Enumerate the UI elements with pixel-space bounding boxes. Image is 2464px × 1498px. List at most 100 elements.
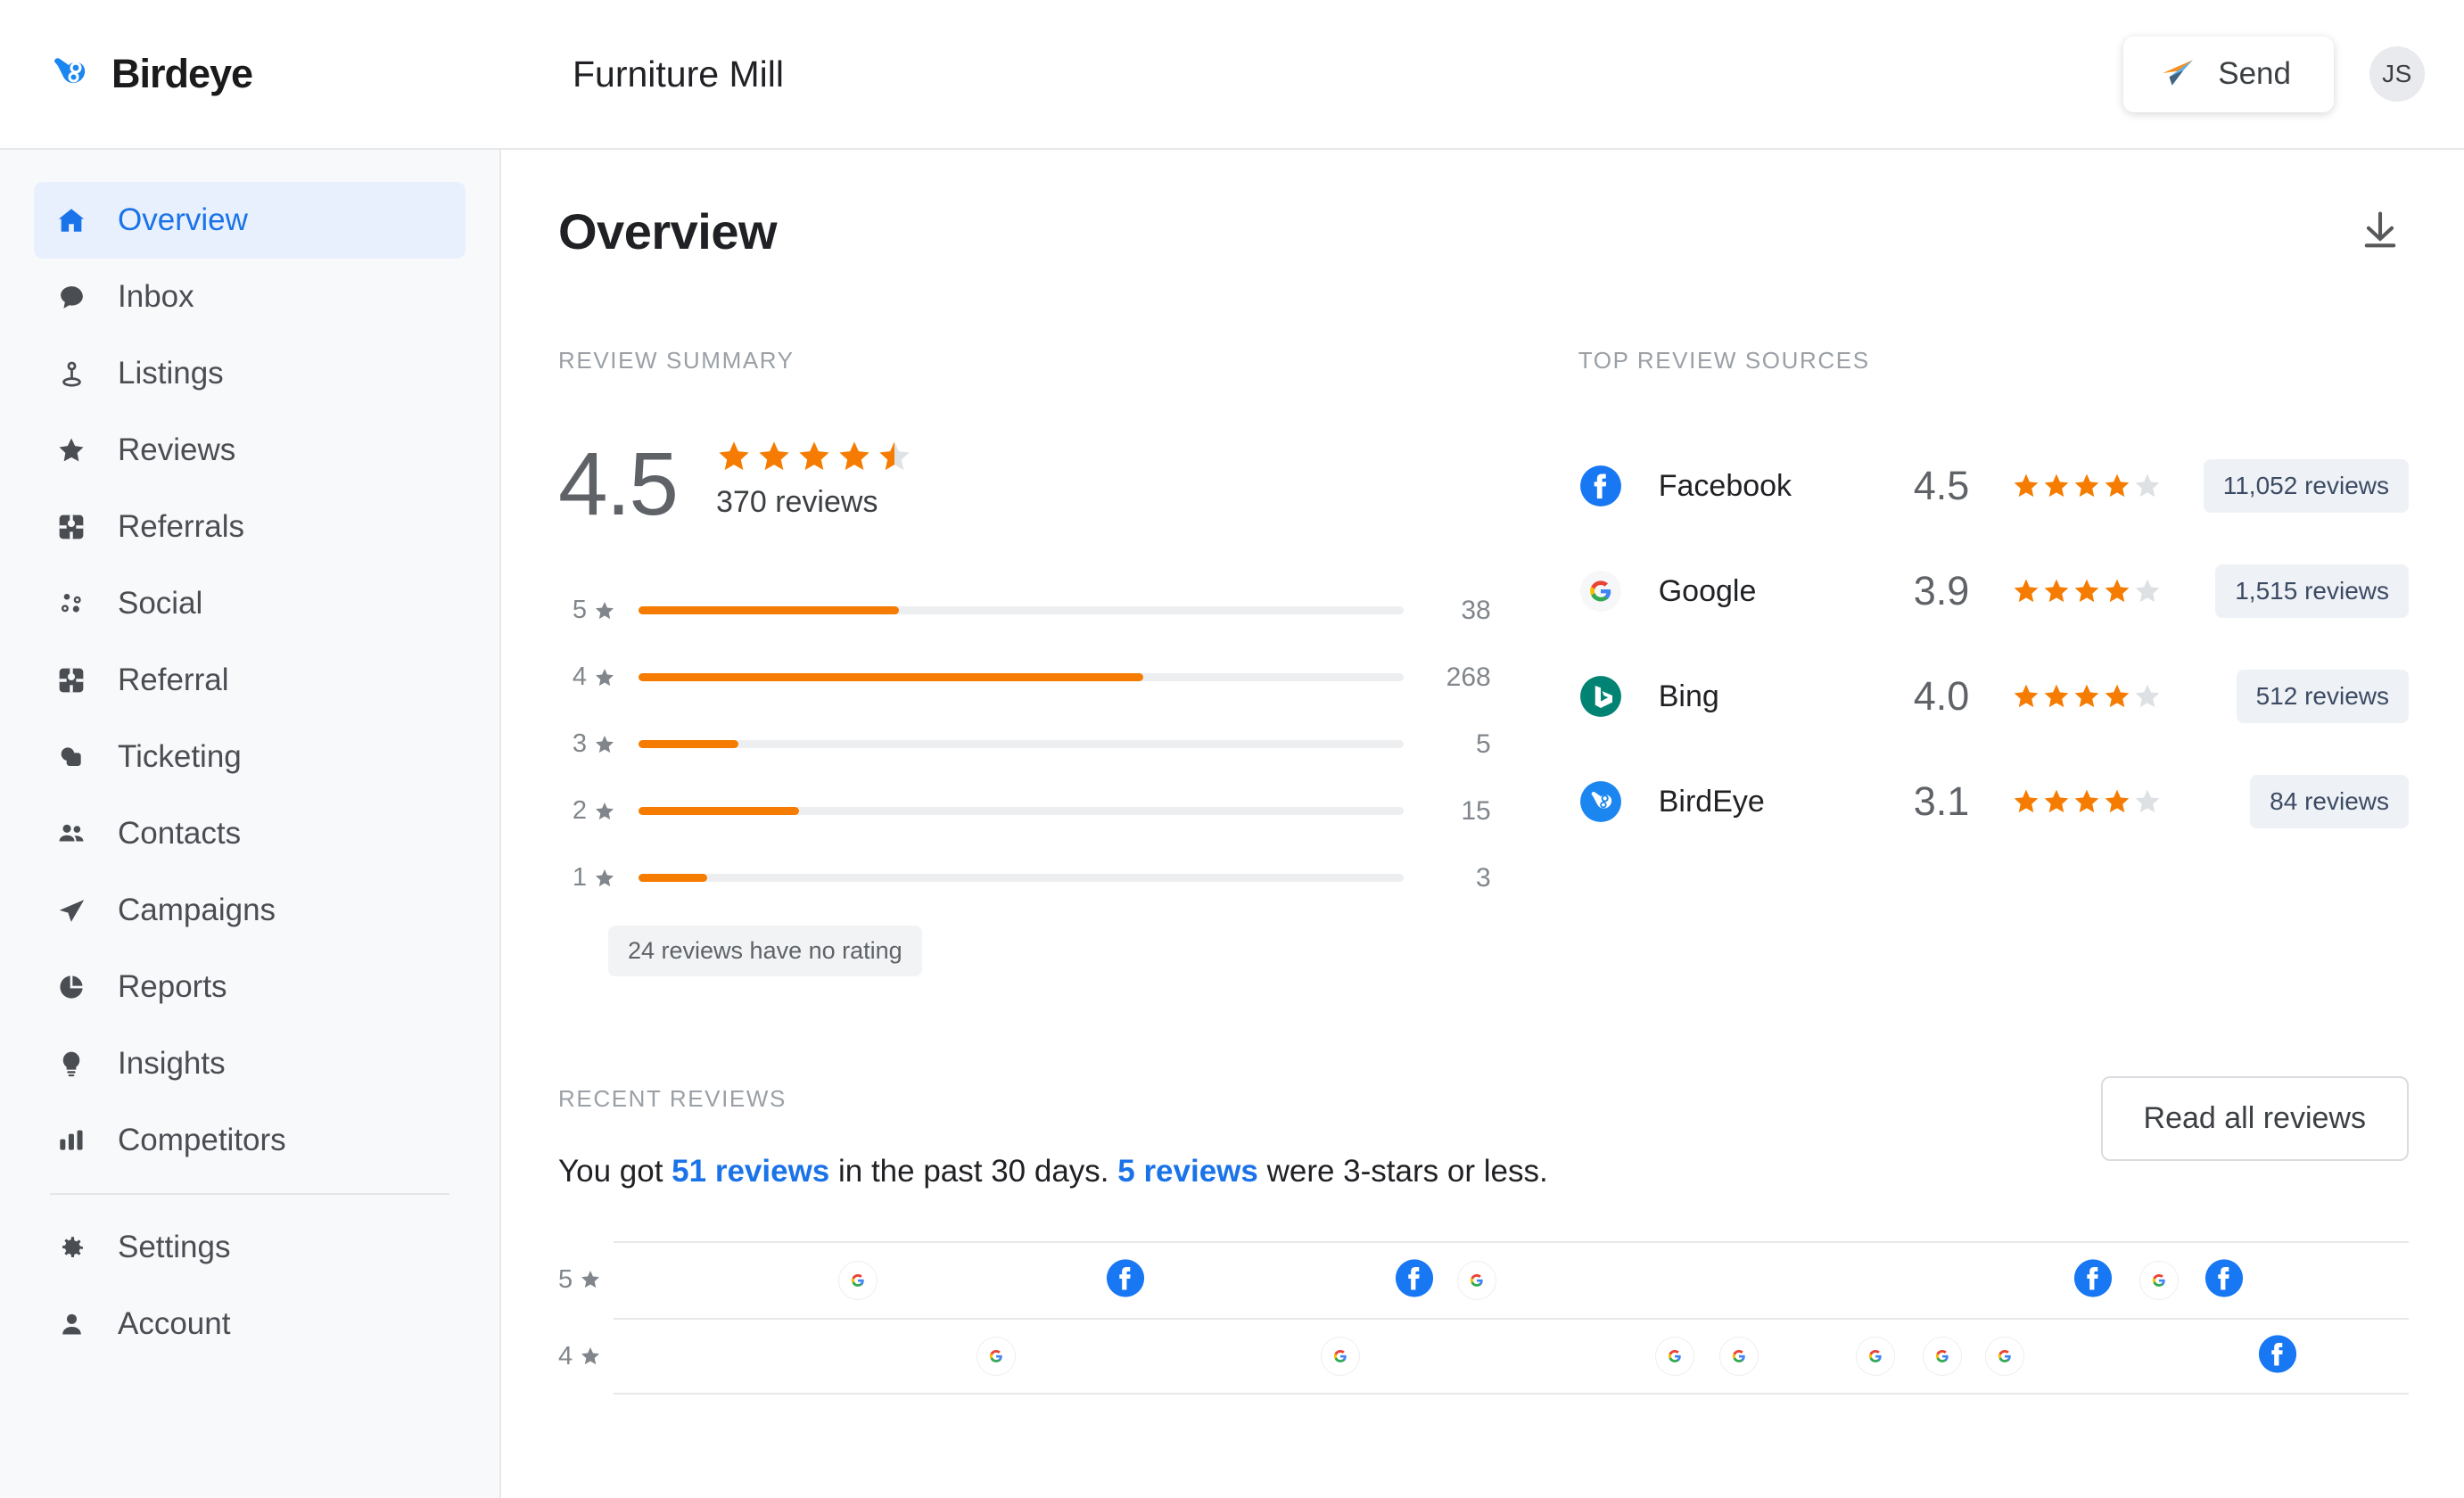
sidebar-item-label: Campaigns (118, 893, 276, 927)
google-icon[interactable] (837, 1261, 878, 1300)
google-icon[interactable] (1321, 1337, 1361, 1376)
sidebar-item-social[interactable]: Social (34, 565, 466, 642)
review-source-rating: 4.0 (1913, 673, 1970, 719)
rating-bar-label: 2 (558, 796, 615, 826)
rating-bar-label: 3 (558, 729, 615, 759)
download-button[interactable] (2352, 202, 2409, 261)
review-source-rating: 3.9 (1913, 568, 1970, 613)
timeline-row-stars: 4 (558, 1341, 573, 1370)
sidebar-item-settings[interactable]: Settings (34, 1209, 466, 1286)
page-title: Overview (558, 203, 778, 259)
rating-bar-row: 3 5 (558, 711, 1491, 778)
sidebar-item-label: Referrals (118, 509, 244, 544)
facebook-icon[interactable] (2257, 1334, 2298, 1379)
lightbulb-icon (53, 1049, 90, 1078)
timeline-row-label: 4 (558, 1342, 614, 1371)
facebook-icon[interactable] (2073, 1258, 2114, 1304)
sidebar-item-reviews[interactable]: Reviews (34, 412, 466, 489)
google-icon[interactable] (1985, 1337, 2025, 1376)
read-all-reviews-button[interactable]: Read all reviews (2100, 1076, 2409, 1161)
review-source-row[interactable]: BirdEye 3.1 84 reviews (1578, 749, 2409, 854)
rating-bar-track (639, 874, 1404, 882)
rating-bar-fill (639, 673, 1144, 681)
sidebar-item-inbox[interactable]: Inbox (34, 259, 466, 335)
facebook-icon[interactable] (1394, 1258, 1435, 1304)
star-icon (596, 868, 614, 886)
review-source-count: 1,515 reviews (2215, 564, 2409, 618)
sidebar-item-account[interactable]: Account (34, 1286, 466, 1362)
sidebar-item-insights[interactable]: Insights (34, 1025, 466, 1102)
timeline-row-label: 5 (558, 1265, 614, 1295)
account-title: Furniture Mill (573, 53, 784, 95)
sidebar-item-referrals[interactable]: Referrals (34, 489, 466, 565)
review-source-count-cell: 11,052 reviews (2203, 459, 2409, 513)
pie-chart-icon (53, 973, 90, 1001)
reviews-timeline: 5 4 (558, 1241, 2409, 1395)
sidebar-item-contacts[interactable]: Contacts (34, 795, 466, 872)
facebook-icon[interactable] (1105, 1258, 1146, 1304)
review-source-rating: 3.1 (1913, 778, 1970, 824)
review-source-row[interactable]: Facebook 4.5 11,052 reviews (1578, 433, 2409, 539)
google-icon[interactable] (1856, 1337, 1896, 1376)
paper-plane-icon (53, 896, 90, 926)
review-source-count: 11,052 reviews (2203, 459, 2409, 513)
top-bar-actions: Send JS (2123, 36, 2464, 112)
avatar[interactable]: JS (2369, 46, 2425, 102)
sidebar-item-competitors[interactable]: Competitors (34, 1102, 466, 1179)
send-button[interactable]: Send (2123, 36, 2334, 112)
people-icon (53, 819, 90, 849)
google-icon[interactable] (2139, 1261, 2180, 1300)
rating-bar-count: 15 (1461, 795, 1491, 826)
star-icon (581, 1271, 600, 1288)
birdeye-icon (1578, 779, 1646, 824)
rating-bar-track (639, 606, 1404, 614)
low-rating-reviews-link[interactable]: 5 reviews (1117, 1154, 1258, 1189)
sidebar-item-ticketing[interactable]: Ticketing (34, 719, 466, 795)
sidebar-item-overview[interactable]: Overview (34, 182, 466, 259)
google-icon[interactable] (1922, 1337, 1962, 1376)
rating-bar-row: 2 15 (558, 778, 1491, 844)
sidebar-item-label: Inbox (118, 279, 194, 314)
brand[interactable]: Birdeye (0, 51, 501, 97)
facebook-icon[interactable] (2204, 1258, 2245, 1304)
overall-score: 4.5 (558, 434, 679, 534)
review-summary-panel: REVIEW SUMMARY 4.5 370 reviews 5 38 4 26… (558, 347, 1491, 976)
no-rating-note: 24 reviews have no rating (608, 926, 922, 976)
reviews-count-link[interactable]: 51 reviews (672, 1154, 829, 1189)
review-sources-list: Facebook 4.5 11,052 reviews Google 3.9 1… (1578, 433, 2409, 854)
sidebar-item-label: Account (118, 1306, 231, 1341)
rating-bar-count: 268 (1446, 662, 1491, 692)
sidebar-item-listings[interactable]: Listings (34, 335, 466, 412)
sidebar-divider (50, 1193, 449, 1195)
rating-bar-count: 3 (1476, 862, 1491, 893)
google-icon[interactable] (1654, 1337, 1694, 1376)
sidebar-item-label: Reports (118, 969, 227, 1004)
google-icon[interactable] (1457, 1261, 1497, 1300)
rating-bar-count: 38 (1461, 595, 1491, 625)
timeline-row: 4 (558, 1318, 2409, 1395)
google-icon-circle (1321, 1337, 1361, 1376)
review-source-name: Facebook (1658, 468, 1792, 503)
rating-bar-fill (639, 740, 738, 748)
sidebar-item-referral[interactable]: Referral (34, 642, 466, 719)
star-icon (581, 1347, 600, 1365)
sidebar-item-label: Contacts (118, 816, 242, 851)
bar-chart-icon (53, 1126, 90, 1155)
review-source-stars (2012, 682, 2204, 711)
gear-icon (53, 1233, 90, 1263)
review-source-row[interactable]: Bing 4.0 512 reviews (1578, 644, 2409, 749)
facebook-icon (1578, 464, 1646, 508)
download-icon (2357, 207, 2403, 256)
sidebar-item-reports[interactable]: Reports (34, 949, 466, 1025)
sidebar-item-campaigns[interactable]: Campaigns (34, 872, 466, 949)
review-source-count: 512 reviews (2236, 670, 2409, 723)
rating-bar-row: 1 3 (558, 844, 1491, 911)
recent-reviews-section: RECENT REVIEWS Read all reviews You got … (558, 1076, 2409, 1395)
google-icon[interactable] (1719, 1337, 1759, 1376)
sidebar-item-label: Listings (118, 356, 224, 391)
map-pin-icon (53, 359, 90, 389)
sidebar-item-label: Referral (118, 663, 229, 697)
google-icon[interactable] (976, 1337, 1016, 1376)
bing-icon (1578, 674, 1646, 719)
review-source-row[interactable]: Google 3.9 1,515 reviews (1578, 539, 2409, 644)
